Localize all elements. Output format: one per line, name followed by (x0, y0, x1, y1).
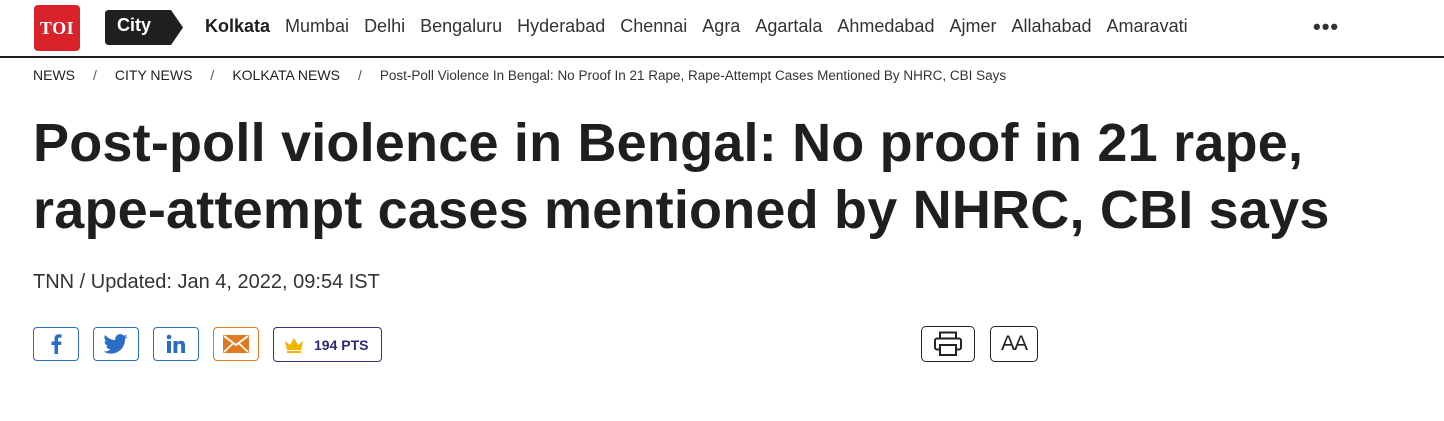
linkedin-icon (166, 334, 185, 353)
points-label: 194 PTS (314, 336, 369, 353)
city-link-amaravati[interactable]: Amaravati (1107, 16, 1188, 37)
city-link-mumbai[interactable]: Mumbai (285, 16, 349, 37)
points-button[interactable]: 194 PTS (273, 327, 382, 362)
city-link-allahabad[interactable]: Allahabad (1011, 16, 1091, 37)
breadcrumb-separator: / (210, 67, 215, 83)
city-link-agartala[interactable]: Agartala (755, 16, 822, 37)
logo-text: TOI (39, 17, 75, 38)
print-button[interactable] (921, 326, 975, 362)
breadcrumb-kolkata-news[interactable]: KOLKATA NEWS (232, 67, 340, 83)
city-section-tag[interactable]: City (105, 10, 183, 45)
breadcrumb-news[interactable]: NEWS (33, 67, 75, 83)
breadcrumb-separator: / (93, 67, 97, 83)
top-navigation: TOI City Kolkata Mumbai Delhi Bengaluru … (0, 0, 1444, 58)
twitter-share-button[interactable] (93, 327, 139, 361)
facebook-share-button[interactable] (33, 327, 79, 361)
more-cities-ellipsis-icon[interactable]: ••• (1313, 14, 1339, 40)
mail-icon (223, 335, 249, 353)
city-tag-label: City (117, 15, 152, 35)
print-icon (934, 331, 962, 356)
crown-icon (285, 337, 303, 353)
breadcrumb-current-article: Post-Poll Violence In Bengal: No Proof I… (379, 67, 1007, 83)
headline-line-1: Post-poll violence in Bengal: No proof i… (33, 113, 1304, 173)
city-link-kolkata[interactable]: Kolkata (205, 16, 270, 37)
article-byline: TNN / Updated: Jan 4, 2022, 09:54 IST (33, 271, 380, 293)
font-size-button[interactable]: AA (990, 326, 1038, 362)
email-share-button[interactable] (213, 327, 259, 361)
linkedin-share-button[interactable] (153, 327, 199, 361)
headline-line-2: rape-attempt cases mentioned by NHRC, CB… (33, 180, 1330, 240)
breadcrumb: NEWS / CITY NEWS / KOLKATA NEWS / Post-P… (33, 67, 1006, 83)
breadcrumb-city-news[interactable]: CITY NEWS (115, 67, 193, 83)
city-link-ahmedabad[interactable]: Ahmedabad (837, 16, 934, 37)
twitter-icon (104, 334, 128, 354)
city-link-hyderabad[interactable]: Hyderabad (517, 16, 605, 37)
city-link-chennai[interactable]: Chennai (620, 16, 687, 37)
breadcrumb-separator: / (357, 67, 362, 83)
city-nav-list: Kolkata Mumbai Delhi Bengaluru Hyderabad… (205, 16, 1203, 37)
font-size-label: AA (1000, 332, 1028, 355)
city-link-delhi[interactable]: Delhi (364, 16, 405, 37)
city-link-bengaluru[interactable]: Bengaluru (420, 16, 502, 37)
toi-logo[interactable]: TOI (34, 5, 80, 51)
article-headline: Post-poll violence in Bengal: No proof i… (33, 110, 1433, 244)
city-link-agra[interactable]: Agra (702, 16, 740, 37)
city-link-ajmer[interactable]: Ajmer (949, 16, 996, 37)
facebook-icon (51, 334, 62, 354)
